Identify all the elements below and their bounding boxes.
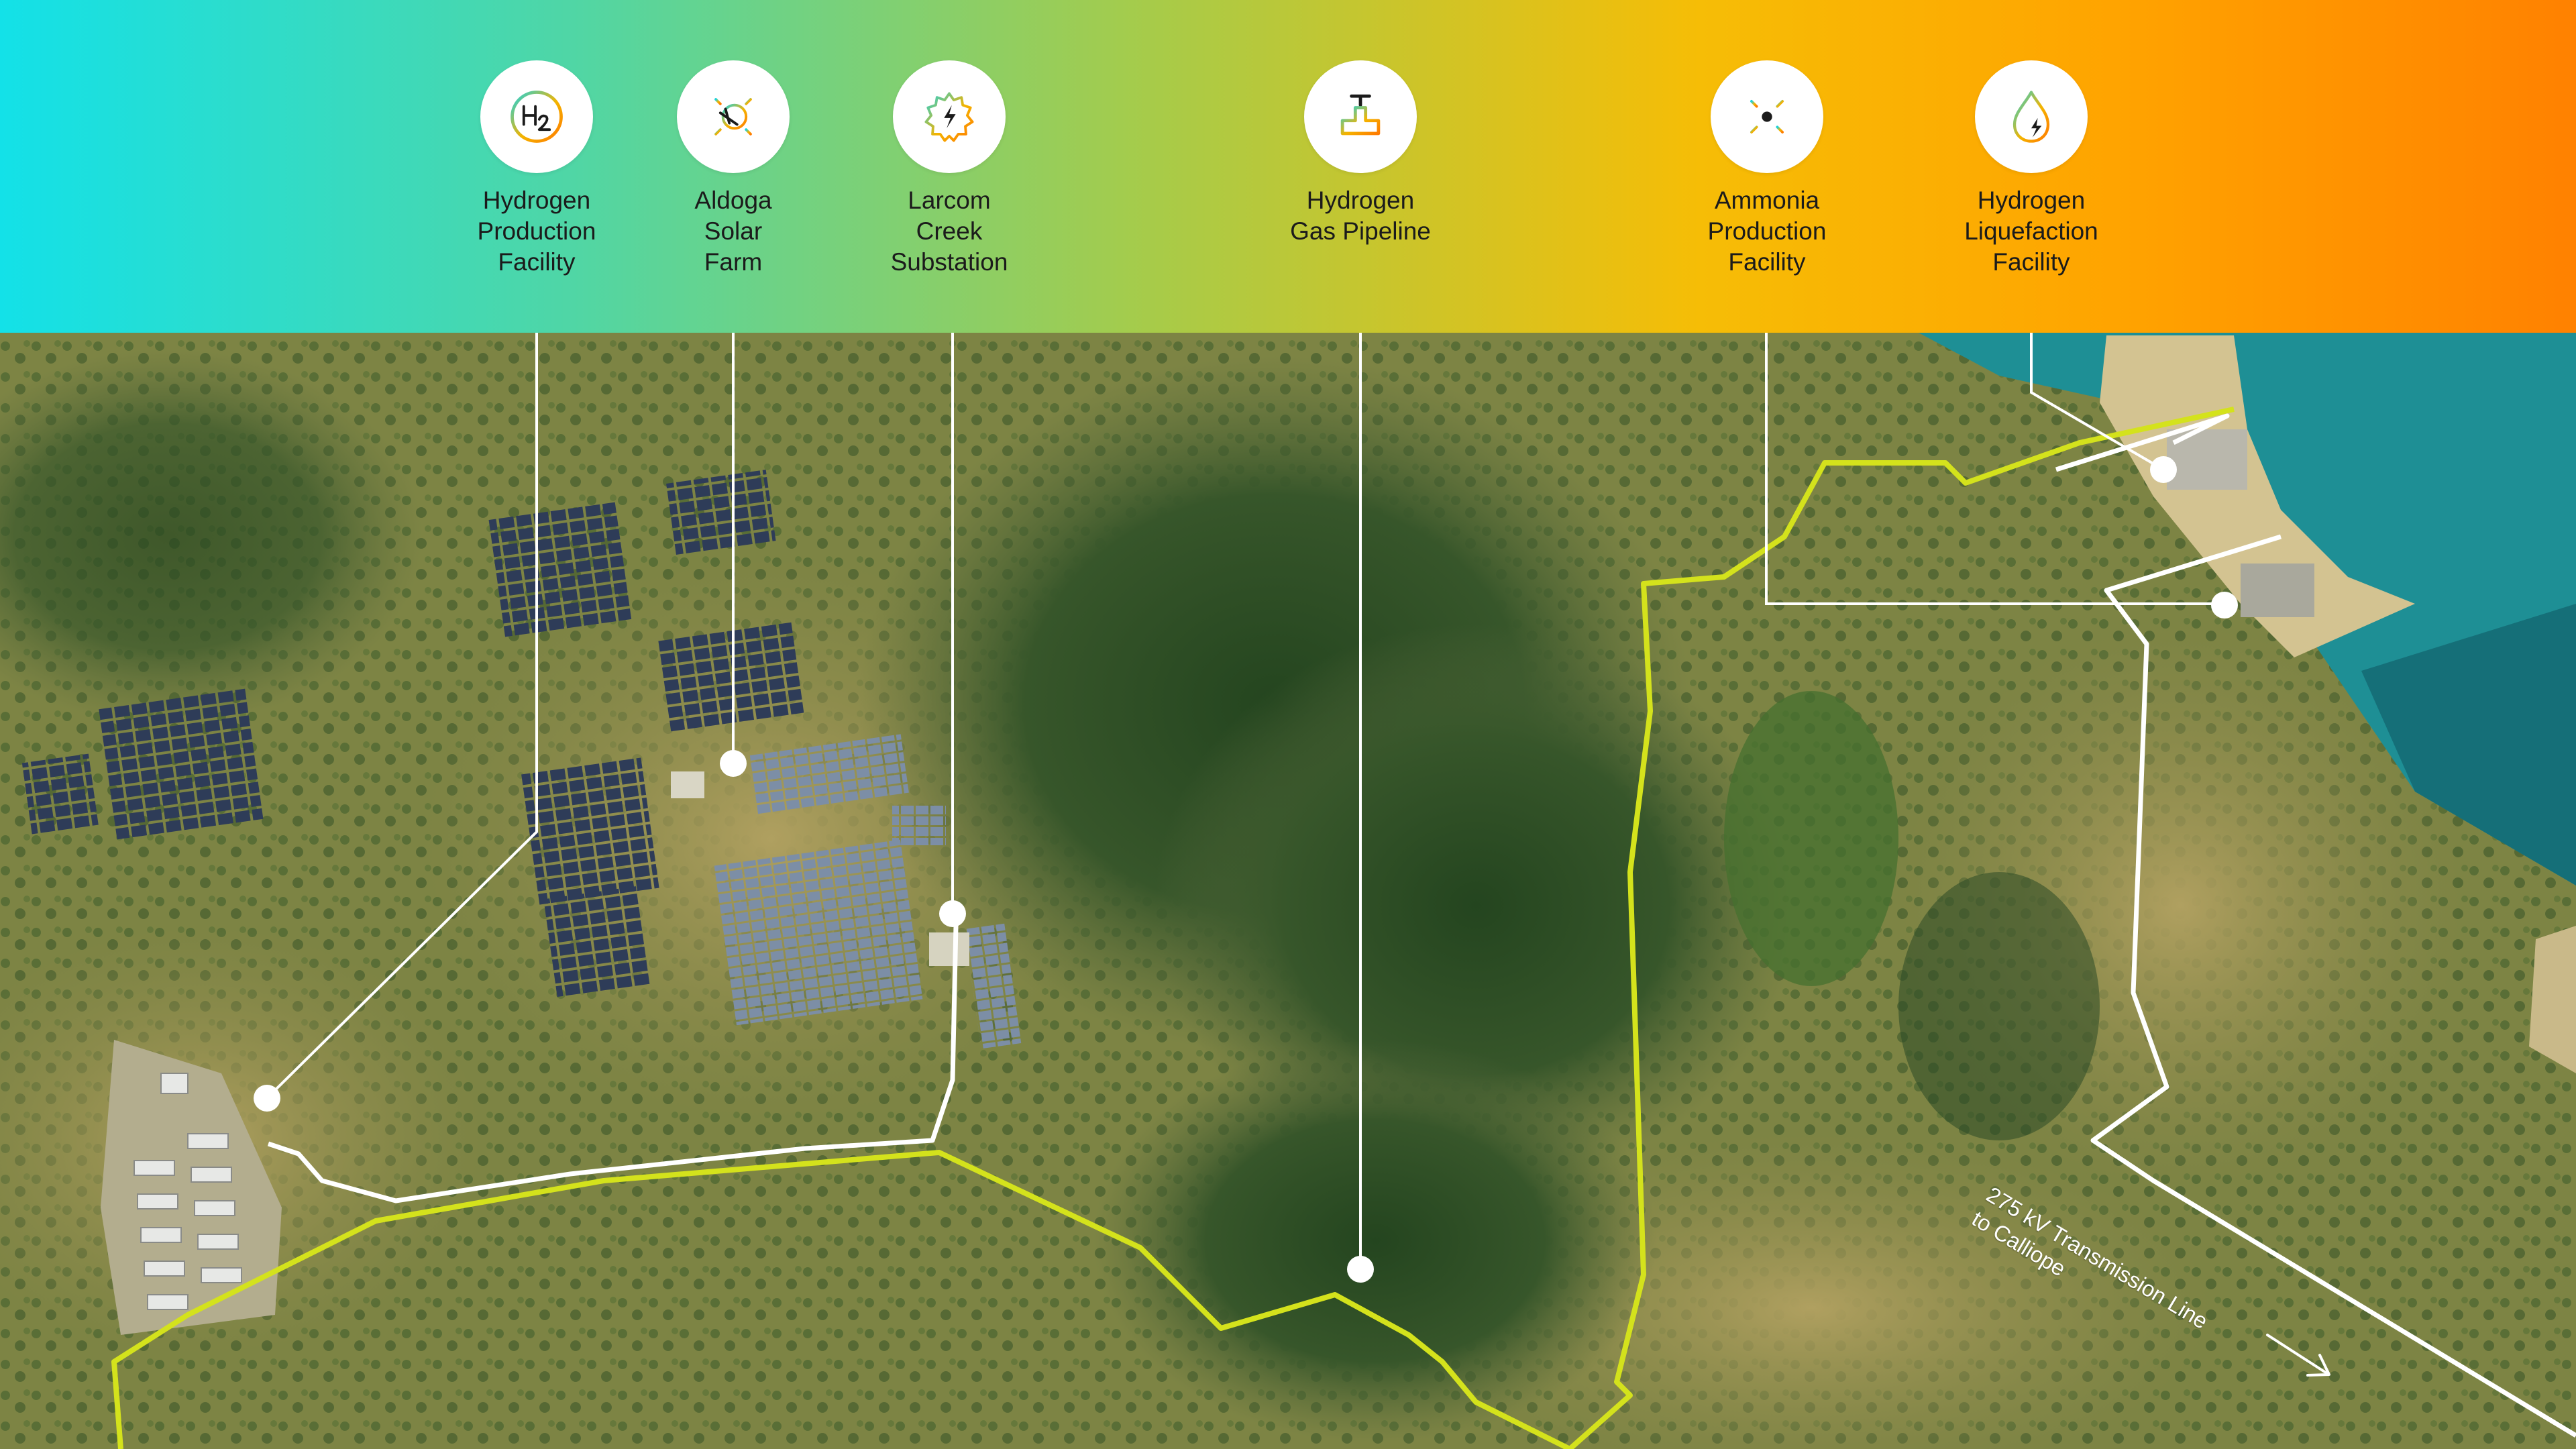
facility-hydrogen-production[interactable]: Hydrogen Production Facility [429,60,644,278]
facility-gas-pipeline[interactable]: Hydrogen Gas Pipeline [1253,60,1468,247]
facility-larcom-substation[interactable]: Larcom Creek Substation [842,60,1057,278]
marker-aldoga-solar [720,750,747,777]
marker-liquefaction [2150,456,2177,483]
h2-icon [480,60,593,173]
facility-ammonia-production[interactable]: Ammonia Production Facility [1660,60,1874,278]
marker-hydrogen-production [254,1085,280,1112]
substation-gear-icon [893,60,1006,173]
facility-legend-header: Hydrogen Production Facility Aldoga Sola… [0,0,2576,333]
transmission-line [267,534,2576,1438]
hydrogen-gas-pipeline [111,407,2235,1449]
facility-aldoga-solar[interactable]: Aldoga Solar Farm [626,60,841,278]
pipeline-icon [1304,60,1417,173]
marker-larcom-substation [939,900,966,927]
marker-ammonia [2211,592,2238,619]
leader-line-liquefaction [2030,333,2165,471]
solar-farm-icon [677,60,790,173]
ammonia-molecule-icon [1711,60,1823,173]
facility-label: Aldoga Solar Farm [694,186,772,276]
facility-label: Larcom Creek Substation [890,186,1008,276]
facility-label: Hydrogen Liquefaction Facility [1964,186,2098,276]
facility-label: Ammonia Production Facility [1707,186,1827,276]
direction-arrow-icon [2266,1334,2330,1377]
facility-label: Hydrogen Gas Pipeline [1290,186,1431,245]
leader-line-hydrogen-production [267,333,538,1098]
facility-label: Hydrogen Production Facility [477,186,596,276]
facility-liquefaction[interactable]: Hydrogen Liquefaction Facility [1924,60,2139,278]
marker-gas-pipeline [1347,1256,1374,1283]
liquid-drop-bolt-icon [1975,60,2088,173]
